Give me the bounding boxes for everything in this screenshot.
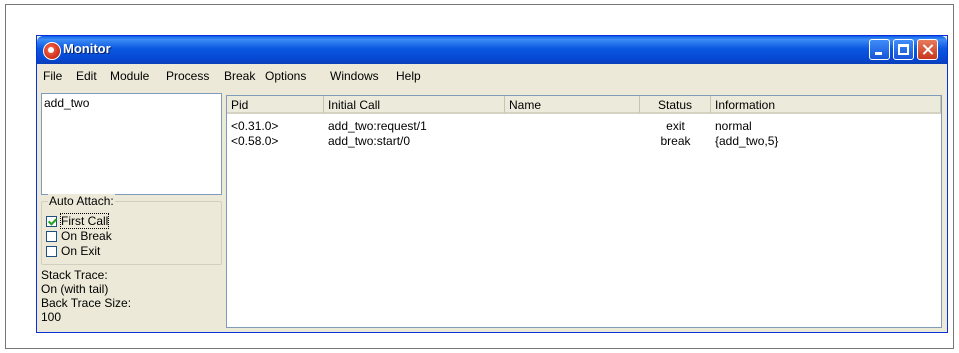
on-exit-label: On Exit	[61, 244, 101, 258]
cell-status: break	[660, 134, 691, 148]
table-header: Pid Initial Call Name Status Information	[227, 96, 941, 114]
window-title: Monitor	[63, 41, 111, 56]
cell-pid: <0.31.0>	[231, 119, 279, 133]
first-call-checkbox[interactable]	[46, 215, 57, 227]
on-exit-checkbox[interactable]	[46, 245, 57, 257]
on-break-label: On Break	[61, 229, 112, 243]
cell-status: exit	[666, 119, 685, 133]
first-call-label: First Call	[59, 213, 110, 229]
column-header-information[interactable]: Information	[711, 96, 941, 114]
on-break-checkbox[interactable]	[46, 230, 57, 242]
menu-windows[interactable]: Windows	[330, 69, 379, 83]
module-list[interactable]: add_two	[41, 93, 222, 195]
menu-help[interactable]: Help	[396, 69, 421, 83]
menu-break[interactable]: Break	[224, 69, 255, 83]
on-exit-option[interactable]: On Exit	[46, 244, 100, 258]
cell-information: normal	[715, 119, 752, 133]
title-bar[interactable]: Monitor	[37, 36, 947, 64]
menu-process[interactable]: Process	[166, 69, 209, 83]
list-item[interactable]: add_two	[44, 96, 219, 110]
process-table: Pid Initial Call Name Status Information…	[226, 95, 942, 328]
first-call-option[interactable]: First Call	[46, 213, 110, 229]
column-header-status[interactable]: Status	[640, 96, 711, 114]
erlang-app-icon	[43, 42, 61, 60]
column-header-initial-call[interactable]: Initial Call	[324, 96, 505, 114]
stack-trace-value[interactable]: On (with tail)	[41, 282, 108, 296]
cell-pid: <0.58.0>	[231, 134, 279, 148]
auto-attach-group: Auto Attach: First Call On Break On Exit	[41, 194, 222, 265]
back-trace-value[interactable]: 100	[41, 310, 61, 324]
cell-information: {add_two,5}	[715, 134, 779, 148]
menu-file[interactable]: File	[43, 69, 62, 83]
on-break-option[interactable]: On Break	[46, 229, 112, 243]
cell-initial-call: add_two:start/0	[328, 134, 411, 148]
menu-bar: File Edit Module Process Break Options W…	[37, 66, 947, 86]
minimize-button[interactable]	[869, 39, 890, 60]
figure-frame: Monitor File Edit Module Process Break O…	[5, 4, 954, 349]
auto-attach-title: Auto Attach:	[48, 194, 115, 208]
menu-module[interactable]: Module	[110, 69, 149, 83]
column-header-pid[interactable]: Pid	[227, 96, 324, 114]
table-row[interactable]: <0.58.0> add_two:start/0 break {add_two,…	[227, 134, 941, 150]
table-row[interactable]: <0.31.0> add_two:request/1 exit normal	[227, 119, 941, 135]
cell-initial-call: add_two:request/1	[328, 119, 427, 133]
close-button[interactable]	[917, 39, 938, 60]
monitor-window: Monitor File Edit Module Process Break O…	[36, 35, 948, 333]
back-trace-label: Back Trace Size:	[41, 296, 132, 310]
maximize-button[interactable]	[893, 39, 914, 60]
stack-trace-label: Stack Trace:	[41, 268, 108, 282]
menu-edit[interactable]: Edit	[76, 69, 97, 83]
menu-options[interactable]: Options	[265, 69, 306, 83]
column-header-name[interactable]: Name	[505, 96, 640, 114]
